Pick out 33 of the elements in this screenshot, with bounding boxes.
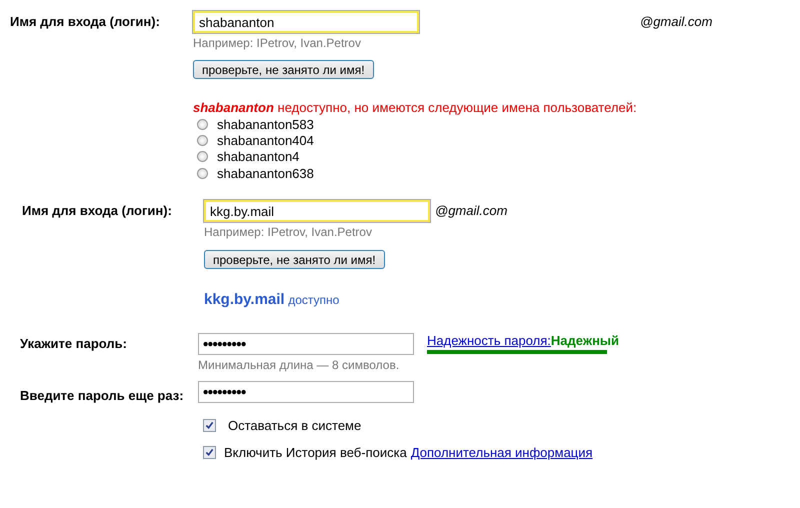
username-field[interactable]: kkg.by.mail	[204, 200, 430, 222]
radio-button[interactable]	[197, 151, 208, 162]
suggestion-label[interactable]: shabananton583	[217, 116, 314, 132]
radio-button[interactable]	[197, 168, 208, 179]
password-strength-link[interactable]: Надежность пароля:	[427, 333, 551, 348]
availability-status: доступно	[288, 293, 340, 308]
password-field[interactable]: •••••••••	[198, 333, 414, 356]
field-hint: Минимальная длина — 8 символов.	[198, 358, 400, 372]
suggestion-label[interactable]: shabananton4	[217, 149, 300, 164]
radio-button[interactable]	[197, 134, 208, 146]
domain-suffix: @gmail.com	[639, 13, 712, 29]
username-field[interactable]: shabananton	[193, 11, 419, 33]
field-hint: Например: IPetrov, Ivan.Petrov	[204, 225, 372, 240]
suggestion-label[interactable]: shabananton404	[217, 132, 314, 148]
more-info-link[interactable]: Дополнительная информация	[410, 445, 593, 460]
domain-suffix: @gmail.com	[434, 202, 508, 218]
checkbox[interactable]	[203, 446, 216, 460]
field-label: Имя для входа (логин):	[22, 202, 173, 220]
checkbox[interactable]	[203, 419, 216, 432]
field-label: Имя для входа (логин):	[10, 13, 161, 31]
checkbox-label[interactable]: Включить История веб-поиска	[224, 445, 407, 460]
checkbox-label[interactable]: Оставаться в системе	[228, 418, 362, 434]
radio-button[interactable]	[197, 118, 208, 130]
field-hint: Например: IPetrov, Ivan.Petrov	[193, 36, 361, 50]
password-strength-value: Надежный	[550, 333, 620, 348]
password-confirm-field[interactable]: •••••••••	[198, 381, 414, 404]
available-username: kkg.by.mail	[204, 291, 285, 308]
unavailable-message: shabananton недоступно, но имеются следующие имена пользователей:	[193, 100, 637, 115]
check-availability-button[interactable]: проверьте, не занято ли имя!	[193, 60, 374, 79]
check-availability-button[interactable]: проверьте, не занято ли имя!	[204, 250, 385, 270]
suggestion-label[interactable]: shabananton638	[217, 166, 314, 181]
field-label: Укажите пароль:	[20, 335, 128, 354]
field-label: Введите пароль еще раз:	[20, 387, 185, 404]
